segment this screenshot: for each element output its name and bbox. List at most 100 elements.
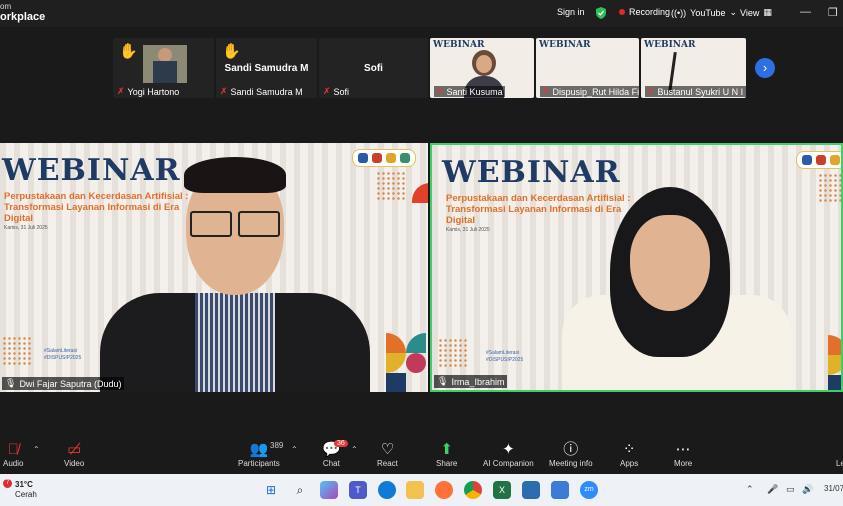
minimize-button[interactable]: —: [800, 6, 811, 18]
recording-label: Recording: [629, 7, 671, 17]
youtube-label: YouTube: [690, 7, 726, 18]
video-off-icon: ▭̸: [67, 441, 82, 458]
participant-name-tag: 🎙 Irma_Ibrahim: [434, 375, 508, 388]
decorative-shapes: [828, 335, 841, 390]
share-label: Share: [436, 459, 458, 468]
file-explorer-icon[interactable]: [406, 481, 424, 499]
muted-mic-icon: ✗: [542, 86, 550, 96]
decorative-dots: [438, 338, 468, 368]
windows-start-icon[interactable]: ⊞: [262, 481, 280, 499]
leave-label: Le: [836, 459, 843, 468]
participant-name-row: ✗ Sofi: [323, 86, 349, 97]
muted-mic-icon: ✗: [436, 86, 444, 96]
security-shield-icon[interactable]: [596, 7, 606, 19]
search-icon[interactable]: ⌕: [291, 481, 309, 499]
leave-icon: [838, 441, 842, 459]
battery-icon[interactable]: ▭: [786, 484, 795, 495]
restore-button[interactable]: ❐: [828, 6, 838, 19]
sponsor-logos: [352, 149, 416, 167]
weather-widget[interactable]: 7 31°C Cerah: [3, 479, 37, 500]
meeting-toolbar: 🎙̸ Audio ⌃ ▭̸ Video 👥 Participants 389 ⌃…: [0, 437, 843, 474]
sign-in-label: Sign in: [557, 7, 585, 17]
weather-condition: Cerah: [15, 490, 37, 499]
brand-line-2: orkplace: [0, 11, 46, 23]
webinar-tag: #SalamLiterasi: [486, 350, 520, 356]
recording-indicator[interactable]: Recording: [619, 7, 670, 17]
apps-button[interactable]: ⁘ Apps: [620, 441, 638, 468]
logo-icon: [372, 153, 382, 163]
participant-name: Dwi Fajar Saputra (Dudu): [19, 378, 122, 389]
webinar-tag: #SalamLiterasi: [44, 348, 78, 354]
chevron-right-icon: ›: [762, 60, 768, 75]
muted-mic-icon: ✗: [647, 86, 655, 96]
more-button[interactable]: ⋯ More: [674, 441, 692, 468]
react-button[interactable]: ♡ React: [377, 441, 398, 468]
participants-icon: 👥: [249, 441, 269, 458]
clock-date[interactable]: 31/07: [824, 484, 843, 493]
audio-options-caret[interactable]: ⌃: [33, 445, 40, 454]
grid-icon: ▦: [763, 7, 772, 17]
weather-alert-badge: 7: [3, 479, 12, 488]
participant-display-name: Sofi: [364, 63, 383, 74]
edge-icon[interactable]: [378, 481, 396, 499]
next-page-button[interactable]: ›: [755, 58, 775, 78]
apps-icon: ⁘: [622, 441, 636, 458]
audio-button[interactable]: 🎙̸ Audio: [3, 441, 23, 468]
webinar-tag: #DISPUSIP2025: [486, 357, 524, 363]
view-label: View: [740, 7, 760, 18]
sponsor-logos: [796, 151, 841, 169]
more-icon: ⋯: [675, 441, 691, 458]
tray-overflow-caret[interactable]: ⌃: [746, 484, 754, 495]
chat-button[interactable]: 💬 36 Chat: [322, 440, 348, 468]
participant-thumbnail[interactable]: WEBINAR ✗ Dispusip_Rut Hilda Fi...: [536, 38, 639, 98]
participant-thumbnail[interactable]: WEBINAR ✗ Santi Kusuma: [430, 38, 534, 98]
participant-name-row: ✗ Yogi Hartono: [117, 86, 179, 97]
participant-thumbnail[interactable]: WEBINAR ✗ Bustanul Syukri U N I B: [641, 38, 746, 98]
video-tile-right-active-speaker[interactable]: WEBINAR Perpustakaan dan Kecerdasan Arti…: [430, 143, 843, 392]
muted-mic-icon: ✗: [220, 86, 228, 96]
participant-thumbnail[interactable]: Sofi ✗ Sofi: [319, 38, 428, 98]
info-icon: ⓘ: [563, 441, 579, 458]
microphone-tray-icon[interactable]: 🎤: [767, 484, 778, 495]
store-icon[interactable]: [551, 481, 569, 499]
view-menu-button[interactable]: View ▦: [740, 7, 772, 18]
firefox-icon[interactable]: [435, 481, 453, 499]
logo-icon: [802, 155, 812, 165]
youtube-stream-indicator[interactable]: ((•)) YouTube ⌄: [671, 7, 737, 18]
sign-in-button[interactable]: Sign in: [557, 7, 585, 17]
zoom-app-icon[interactable]: zm: [580, 481, 598, 499]
mic-icon: 🎙: [437, 376, 449, 386]
participant-name: Irma_Ibrahim: [451, 376, 505, 387]
participant-name-row: ✗ Santi Kusuma: [434, 86, 505, 97]
raised-hand-icon: ✋: [119, 43, 138, 60]
video-button[interactable]: ▭̸ Video: [64, 441, 84, 468]
raised-hand-icon: ✋: [222, 43, 241, 60]
decorative-shapes: [386, 333, 428, 392]
excel-icon[interactable]: X: [493, 481, 511, 499]
meeting-info-button[interactable]: ⓘ Meeting info: [549, 441, 593, 468]
heart-icon: ♡: [380, 441, 395, 458]
chrome-icon[interactable]: [464, 481, 482, 499]
webinar-title: WEBINAR: [2, 153, 181, 188]
ai-companion-button[interactable]: ✦ AI Companion: [483, 441, 534, 468]
copilot-icon[interactable]: [320, 481, 338, 499]
participant-name: Bustanul Syukri U N I B: [657, 86, 746, 97]
screen-webinar-text: WEBINAR: [433, 40, 485, 50]
muted-mic-icon: ✗: [323, 86, 331, 96]
app-brand: om orkplace: [0, 2, 46, 23]
leave-button[interactable]: Le: [836, 441, 843, 468]
speaker-icon[interactable]: 🔊: [802, 484, 813, 495]
participant-thumbnail[interactable]: ✋ Sandi Samudra M ✗ Sandi Samudra M: [216, 38, 317, 98]
muted-mic-icon: 🎙̸: [7, 441, 19, 458]
participant-thumbnail[interactable]: ✋ ✗ Yogi Hartono: [113, 38, 214, 98]
video-tile-left[interactable]: WEBINAR Perpustakaan dan Kecerdasan Arti…: [0, 143, 428, 392]
share-button[interactable]: ⬆ Share: [436, 441, 457, 468]
participants-options-caret[interactable]: ⌃: [291, 445, 298, 454]
webinar-subtitle: Perpustakaan dan Kecerdasan Artifisial :…: [446, 193, 631, 226]
chat-label: Chat: [322, 459, 340, 468]
teams-icon[interactable]: T: [349, 481, 367, 499]
recording-dot-icon: [619, 9, 625, 15]
photos-icon[interactable]: [522, 481, 540, 499]
title-bar: om orkplace Sign in Recording ((•)) YouT…: [0, 0, 843, 27]
chat-options-caret[interactable]: ⌃: [351, 445, 358, 454]
